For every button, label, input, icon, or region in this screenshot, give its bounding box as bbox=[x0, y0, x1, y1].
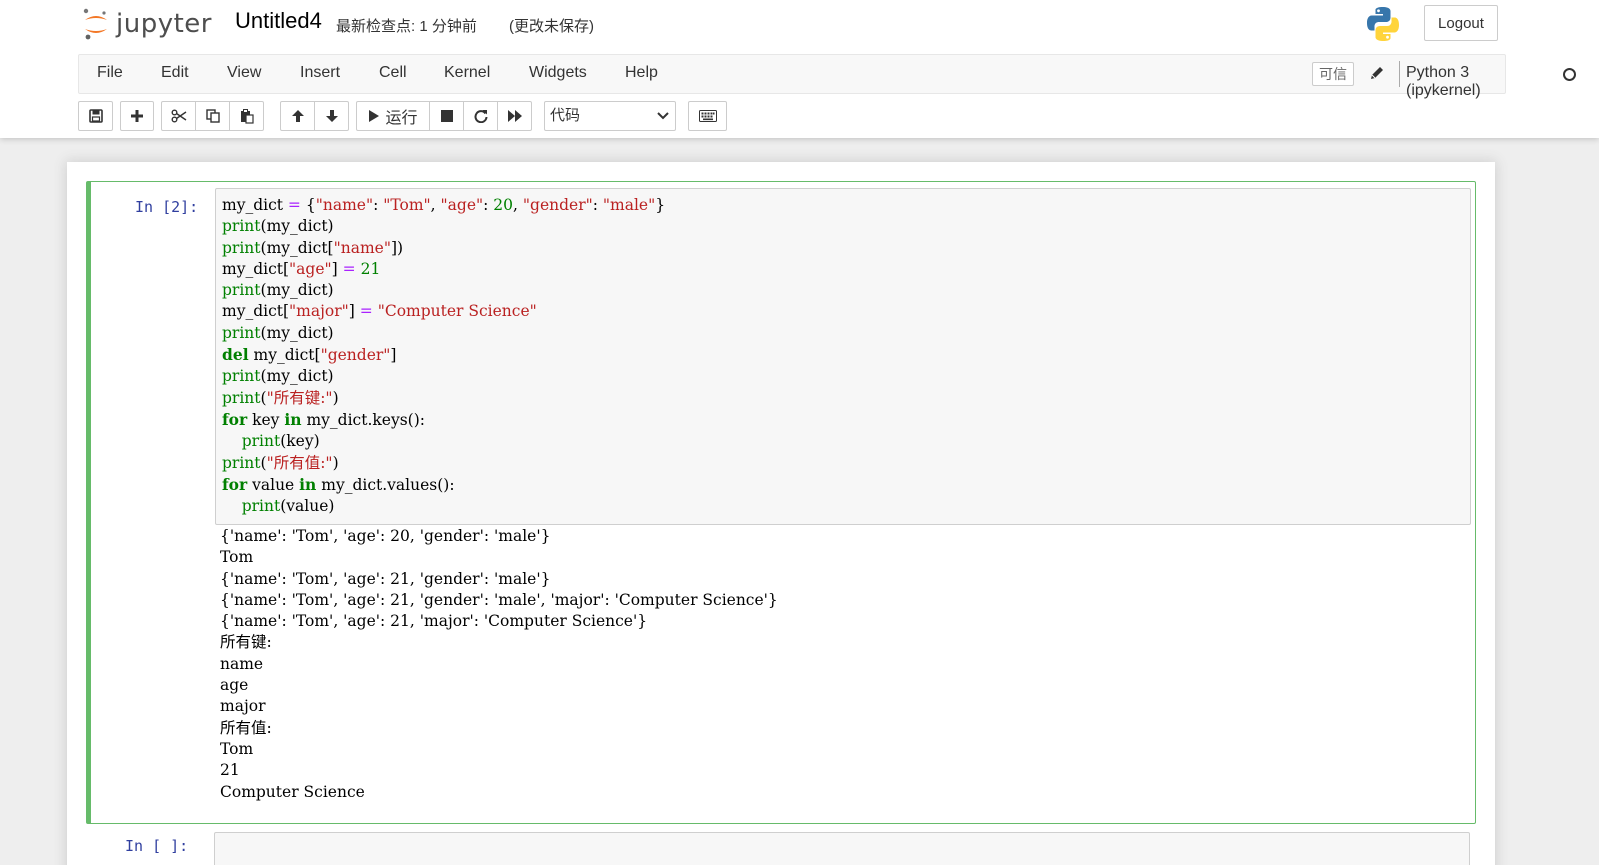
code-editor[interactable]: my_dict = {"name": "Tom", "age": 20, "ge… bbox=[215, 188, 1471, 525]
input-prompt-empty: In [ ]: bbox=[125, 837, 189, 855]
output-line: {'name': 'Tom', 'age': 21, 'gender': 'ma… bbox=[220, 590, 778, 609]
output-line: 21 bbox=[220, 761, 240, 780]
code-line: print("所有值:") bbox=[222, 453, 339, 472]
keyboard-icon bbox=[698, 110, 717, 122]
kernel-separator bbox=[1399, 61, 1400, 87]
code-line: del my_dict["gender"] bbox=[222, 345, 397, 365]
command-palette-button[interactable] bbox=[688, 101, 727, 131]
pencil-icon[interactable] bbox=[1369, 65, 1385, 81]
insert-cell-button[interactable] bbox=[120, 101, 154, 131]
output-line: age bbox=[220, 676, 249, 695]
code-line: print(my_dict) bbox=[222, 281, 334, 300]
code-line: print(my_dict["name"]) bbox=[222, 238, 404, 257]
code-line: my_dict = {"name": "Tom", "age": 20, "ge… bbox=[222, 196, 666, 214]
clipboard-group bbox=[161, 101, 264, 131]
restart-run-all-button[interactable] bbox=[497, 101, 532, 131]
output-line: major bbox=[220, 697, 266, 716]
output-line: Tom bbox=[220, 548, 254, 567]
play-icon bbox=[369, 110, 380, 122]
cell-type-value: 代码 bbox=[550, 107, 581, 124]
move-group bbox=[280, 101, 349, 131]
restart-icon bbox=[474, 110, 487, 123]
code-line: print(my_dict) bbox=[222, 323, 334, 342]
arrow-up-icon bbox=[291, 110, 304, 122]
stop-icon bbox=[440, 110, 453, 122]
checkpoint-status: 最新检查点: 1 分钟前 bbox=[336, 18, 477, 35]
menu-insert[interactable]: Insert bbox=[300, 64, 340, 82]
logout-button[interactable]: Logout bbox=[1424, 5, 1498, 41]
menu-widgets[interactable]: Widgets bbox=[529, 64, 587, 82]
jupyter-logo[interactable]: jupyter bbox=[82, 6, 212, 42]
code-line: print(value) bbox=[241, 497, 335, 516]
move-up-button[interactable] bbox=[280, 101, 315, 131]
code-line: my_dict["age"] = 21 bbox=[222, 259, 381, 278]
fast-forward-icon bbox=[507, 110, 522, 122]
code-cell-selected[interactable]: In [2]: my_dict = {"name": "Tom", "age":… bbox=[86, 181, 1476, 824]
menu-cell[interactable]: Cell bbox=[379, 64, 407, 82]
plus-icon bbox=[131, 110, 143, 122]
code-line: print(my_dict) bbox=[222, 367, 334, 386]
menu-view[interactable]: View bbox=[227, 64, 261, 82]
kernel-name[interactable]: Python 3 (ipykernel) bbox=[1406, 64, 1505, 100]
arrow-down-icon bbox=[325, 110, 338, 122]
logo-text: jupyter bbox=[116, 9, 212, 39]
output-line: 所有值: bbox=[220, 718, 272, 737]
code-text: my_dict = {"name": "Tom", "age": 20, "ge… bbox=[222, 195, 665, 517]
kernel-idle-indicator-icon bbox=[1563, 68, 1576, 81]
python-logo-icon bbox=[1367, 7, 1399, 41]
output-line: name bbox=[220, 654, 264, 673]
autosave-status: (更改未保存) bbox=[509, 18, 594, 35]
output-line: 所有键: bbox=[220, 633, 272, 652]
output-line: {'name': 'Tom', 'age': 20, 'gender': 'ma… bbox=[220, 527, 551, 545]
code-line: for key in my_dict.keys(): bbox=[222, 409, 425, 429]
copy-icon bbox=[205, 109, 220, 123]
menu-help[interactable]: Help bbox=[625, 64, 658, 82]
notebook-title[interactable]: Untitled4 bbox=[235, 8, 322, 34]
notebook-container: In [2]: my_dict = {"name": "Tom", "age":… bbox=[67, 162, 1495, 865]
code-line: for value in my_dict.values(): bbox=[222, 474, 455, 494]
code-line: print(my_dict) bbox=[222, 217, 334, 236]
menu-file[interactable]: File bbox=[97, 64, 123, 82]
save-icon bbox=[88, 109, 103, 123]
paste-icon bbox=[240, 108, 254, 124]
interrupt-button[interactable] bbox=[429, 101, 464, 131]
menu-kernel[interactable]: Kernel bbox=[444, 64, 490, 82]
run-button[interactable]: 运行 bbox=[356, 101, 430, 131]
output-line: {'name': 'Tom', 'age': 21, 'gender': 'ma… bbox=[220, 569, 551, 588]
paste-button[interactable] bbox=[229, 101, 264, 131]
copy-button[interactable] bbox=[195, 101, 230, 131]
menu-edit[interactable]: Edit bbox=[161, 64, 189, 82]
header: jupyter Untitled4 最新检查点: 1 分钟前 (更改未保存) L… bbox=[0, 0, 1599, 138]
run-label: 运行 bbox=[385, 110, 418, 127]
restart-button[interactable] bbox=[463, 101, 498, 131]
code-line: print(key) bbox=[241, 432, 320, 451]
output-line: {'name': 'Tom', 'age': 21, 'major': 'Com… bbox=[220, 612, 648, 631]
code-line: my_dict["major"] = "Computer Science" bbox=[222, 302, 537, 321]
trusted-badge[interactable]: 可信 bbox=[1312, 62, 1354, 86]
run-group: 运行 bbox=[356, 101, 532, 131]
save-button[interactable] bbox=[78, 101, 113, 131]
cut-button[interactable] bbox=[161, 101, 196, 131]
move-down-button[interactable] bbox=[314, 101, 349, 131]
empty-code-editor[interactable] bbox=[214, 832, 1470, 865]
menubar: File Edit View Insert Cell Kernel Widget… bbox=[78, 54, 1576, 99]
cell-output: {'name': 'Tom', 'age': 20, 'gender': 'ma… bbox=[220, 526, 778, 803]
scissors-icon bbox=[171, 109, 186, 123]
output-line: Computer Science bbox=[220, 782, 365, 801]
input-prompt: In [2]: bbox=[135, 198, 199, 216]
code-line: print("所有键:") bbox=[222, 388, 339, 407]
chevron-down-icon bbox=[657, 112, 669, 120]
cell-type-select[interactable]: 代码 bbox=[544, 101, 676, 131]
output-line: Tom bbox=[220, 739, 254, 758]
jupyter-logo-icon bbox=[83, 8, 107, 40]
